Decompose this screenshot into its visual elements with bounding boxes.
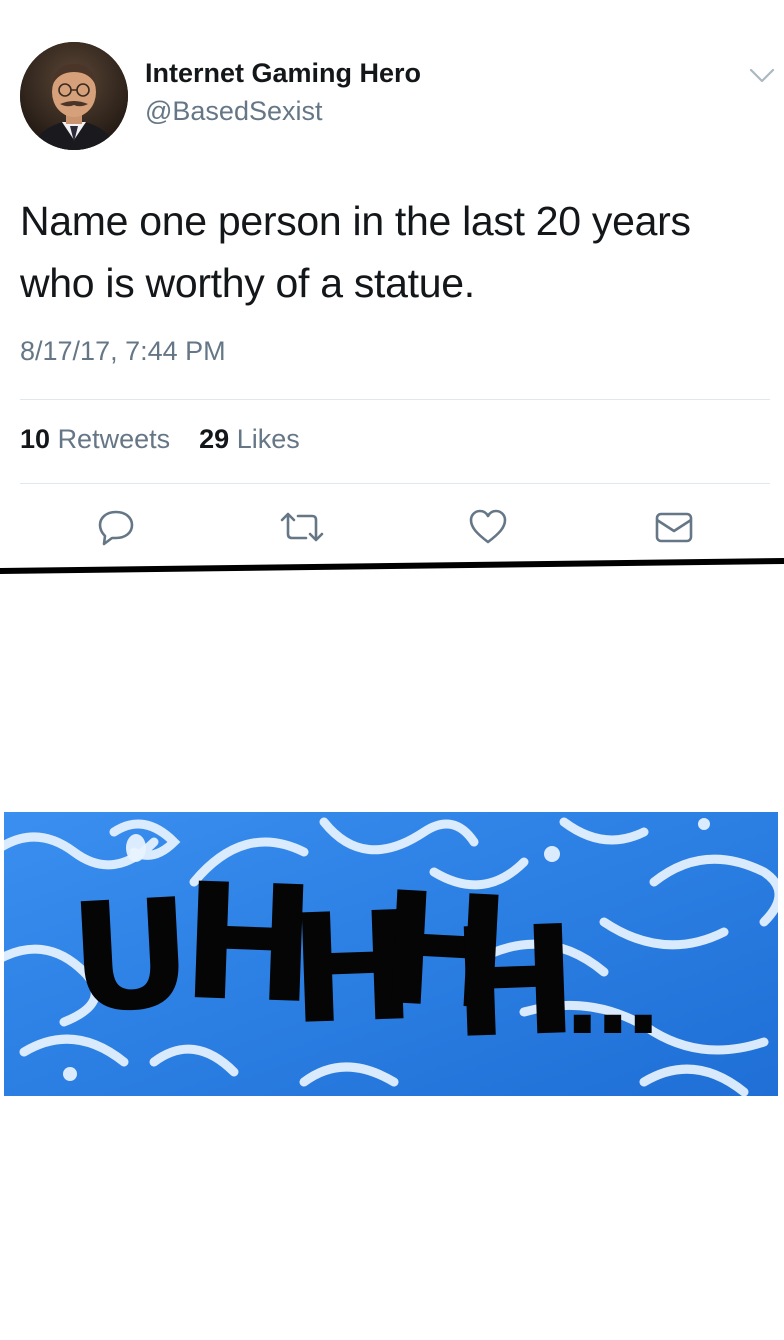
tweet-card: Internet Gaming Hero @BasedSexist Name o…	[0, 0, 784, 565]
meme-image: U H H H H ...	[4, 812, 778, 1096]
meme-letter: U	[65, 866, 197, 1048]
user-handle[interactable]: @BasedSexist	[145, 96, 323, 127]
retweets-count[interactable]: 10	[20, 424, 50, 454]
heart-icon[interactable]	[468, 508, 508, 546]
meme-caption: U H H H H ...	[4, 812, 778, 1096]
reply-icon[interactable]	[96, 508, 136, 546]
meme-letter: ...	[564, 944, 661, 1056]
tweet-timestamp[interactable]: 8/17/17, 7:44 PM	[20, 336, 226, 367]
divider	[20, 483, 770, 484]
envelope-icon[interactable]	[654, 508, 694, 546]
tweet-text: Name one person in the last 20 years who…	[20, 198, 691, 306]
tweet-stats: 10 Retweets 29 Likes	[20, 424, 300, 455]
divider	[20, 399, 770, 400]
separator-line	[0, 558, 784, 574]
display-name[interactable]: Internet Gaming Hero	[145, 58, 421, 89]
likes-count[interactable]: 29	[199, 424, 229, 454]
retweets-label[interactable]: Retweets	[58, 424, 171, 454]
avatar[interactable]	[20, 42, 128, 150]
retweet-icon[interactable]	[278, 508, 326, 546]
avatar-portrait-icon	[20, 42, 128, 150]
meme-letter: H	[449, 893, 581, 1073]
chevron-down-icon[interactable]	[748, 66, 776, 86]
likes-label[interactable]: Likes	[237, 424, 300, 454]
